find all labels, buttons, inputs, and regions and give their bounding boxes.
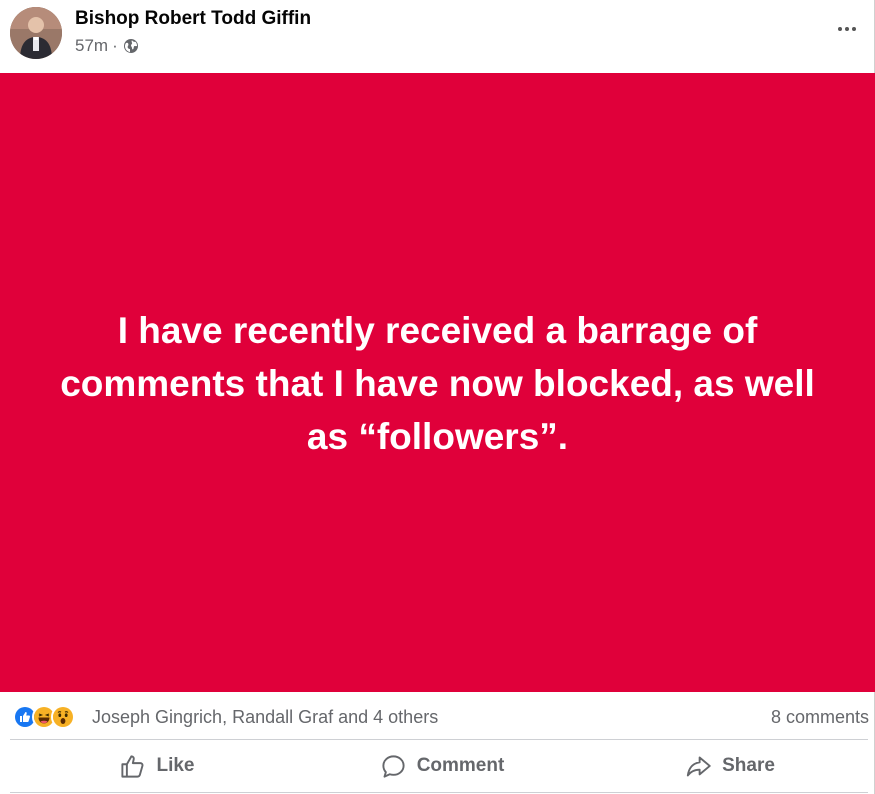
comments-count[interactable]: 8 comments <box>771 707 869 728</box>
author-name[interactable]: Bishop Robert Todd Giffin <box>75 8 311 30</box>
post-meta: 57m · <box>75 36 139 56</box>
reaction-names[interactable]: Joseph Gingrich, Randall Graf and 4 othe… <box>92 707 438 728</box>
comment-label: Comment <box>416 755 505 776</box>
share-button[interactable]: Share <box>678 740 782 792</box>
facebook-post: Bishop Robert Todd Giffin 57m · I have r… <box>0 0 875 794</box>
meta-separator: · <box>112 36 118 55</box>
reaction-icons[interactable] <box>13 705 75 729</box>
like-button[interactable]: Like <box>112 740 202 792</box>
author-avatar[interactable] <box>10 7 62 59</box>
post-text: I have recently received a barrage of co… <box>60 310 815 457</box>
avatar-image <box>10 7 62 59</box>
post-header: Bishop Robert Todd Giffin 57m · <box>0 0 875 73</box>
thumbs-up-icon <box>121 754 144 778</box>
bottom-divider <box>10 792 868 793</box>
share-arrow-icon <box>686 756 711 776</box>
more-options-button[interactable] <box>833 18 861 40</box>
wow-reaction-icon <box>51 705 75 729</box>
post-text-card[interactable]: I have recently received a barrage of co… <box>0 73 875 692</box>
post-timestamp[interactable]: 57m <box>75 36 108 56</box>
like-label: Like <box>156 755 195 776</box>
globe-icon[interactable] <box>123 38 139 54</box>
comment-button[interactable]: Comment <box>372 740 512 792</box>
more-horizontal-icon <box>838 27 842 31</box>
reactions-row: Joseph Gingrich, Randall Graf and 4 othe… <box>0 692 875 740</box>
share-label: Share <box>722 755 775 776</box>
comment-bubble-icon <box>382 754 405 778</box>
action-bar: Like Comment Share <box>0 740 875 792</box>
